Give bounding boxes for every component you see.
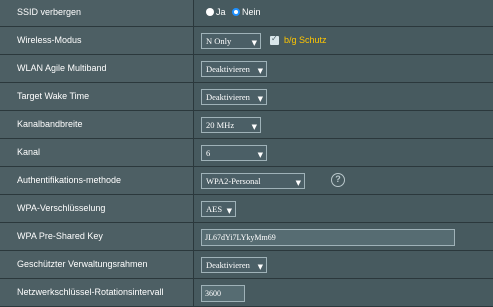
bg-protection-checkbox[interactable]: ✓: [270, 34, 279, 45]
agile-multiband-select-value: Deaktivieren: [206, 64, 250, 74]
target-wake-time-label: Target Wake Time: [0, 83, 194, 110]
wpa-encryption-select-value: AES: [206, 204, 223, 214]
target-wake-time-select[interactable]: Deaktivieren ▼: [201, 89, 267, 105]
chevron-down-icon: ▼: [257, 263, 263, 271]
row-wpa-psk: WPA Pre-Shared Key JL67dYi7LYkyMm69: [0, 223, 493, 251]
pmf-value: Deaktivieren ▼: [194, 251, 493, 278]
auth-method-select-value: WPA2-Personal: [206, 176, 261, 186]
wireless-settings-table: SSID verbergen Ja Nein Wireless-Modus N …: [0, 0, 493, 307]
pmf-select[interactable]: Deaktivieren ▼: [201, 257, 267, 273]
agile-multiband-select[interactable]: Deaktivieren ▼: [201, 61, 267, 77]
ssid-hide-yes-radio[interactable]: [206, 8, 214, 16]
row-key-rotation: Netzwerkschlüssel-Rotationsintervall 360…: [0, 279, 493, 307]
agile-multiband-label: WLAN Agile Multiband: [0, 55, 194, 82]
row-wireless-mode: Wireless-Modus N Only ▼ ✓ b/g Schutz: [0, 27, 493, 55]
channel-select-value: 6: [206, 148, 211, 158]
row-auth-method: Authentifikations-methode WPA2-Personal …: [0, 167, 493, 195]
row-wpa-encryption: WPA-Verschlüsselung AES ▼: [0, 195, 493, 223]
wpa-encryption-label: WPA-Verschlüsselung: [0, 195, 194, 222]
wpa-encryption-value: AES ▼: [194, 195, 493, 222]
row-pmf: Geschützter Verwaltungsrahmen Deaktivier…: [0, 251, 493, 279]
chevron-down-icon: ▼: [257, 151, 263, 159]
target-wake-time-select-value: Deaktivieren: [206, 92, 250, 102]
row-channel-bandwidth: Kanalbandbreite 20 MHz ▼: [0, 111, 493, 139]
row-channel: Kanal 6 ▼: [0, 139, 493, 167]
channel-bandwidth-label: Kanalbandbreite: [0, 111, 194, 138]
wireless-mode-select-value: N Only: [206, 36, 232, 46]
wireless-mode-value: N Only ▼ ✓ b/g Schutz: [194, 27, 493, 54]
channel-bandwidth-select[interactable]: 20 MHz ▼: [201, 117, 261, 133]
chevron-down-icon: ▼: [257, 67, 263, 75]
wpa-encryption-select[interactable]: AES ▼: [201, 201, 236, 217]
wireless-mode-label: Wireless-Modus: [0, 27, 194, 54]
chevron-down-icon: ▼: [295, 179, 301, 187]
agile-multiband-value: Deaktivieren ▼: [194, 55, 493, 82]
checkmark-icon: ✓: [271, 34, 278, 43]
chevron-down-icon: ▼: [257, 95, 263, 103]
wpa-psk-label: WPA Pre-Shared Key: [0, 223, 194, 250]
pmf-select-value: Deaktivieren: [206, 260, 250, 270]
auth-method-select[interactable]: WPA2-Personal ▼: [201, 173, 305, 189]
key-rotation-value: 3600: [194, 279, 493, 306]
ssid-hide-value: Ja Nein: [194, 0, 493, 26]
pmf-label: Geschützter Verwaltungsrahmen: [0, 251, 194, 278]
channel-bandwidth-value: 20 MHz ▼: [194, 111, 493, 138]
channel-label: Kanal: [0, 139, 194, 166]
ssid-hide-no-radio[interactable]: [232, 8, 240, 16]
wpa-psk-value: JL67dYi7LYkyMm69: [194, 223, 493, 250]
auth-method-label: Authentifikations-methode: [0, 167, 194, 194]
channel-bandwidth-select-value: 20 MHz: [206, 120, 235, 130]
wpa-psk-input[interactable]: JL67dYi7LYkyMm69: [201, 229, 455, 246]
row-agile-multiband: WLAN Agile Multiband Deaktivieren ▼: [0, 55, 493, 83]
question-circle-icon[interactable]: ?: [331, 173, 345, 187]
wireless-mode-select[interactable]: N Only ▼: [201, 33, 261, 49]
ssid-hide-yes-label: Ja: [216, 7, 226, 17]
ssid-hide-label: SSID verbergen: [0, 0, 194, 26]
key-rotation-input[interactable]: 3600: [201, 285, 245, 302]
target-wake-time-value: Deaktivieren ▼: [194, 83, 493, 110]
chevron-down-icon: ▼: [251, 39, 257, 47]
chevron-down-icon: ▼: [251, 123, 257, 131]
row-target-wake-time: Target Wake Time Deaktivieren ▼: [0, 83, 493, 111]
row-ssid-hide: SSID verbergen Ja Nein: [0, 0, 493, 27]
channel-value: 6 ▼: [194, 139, 493, 166]
bg-protection-label: b/g Schutz: [284, 35, 327, 45]
auth-method-value: WPA2-Personal ▼ ?: [194, 167, 493, 194]
chevron-down-icon: ▼: [226, 207, 232, 215]
channel-select[interactable]: 6 ▼: [201, 145, 267, 161]
key-rotation-label: Netzwerkschlüssel-Rotationsintervall: [0, 279, 194, 306]
ssid-hide-no-label: Nein: [242, 7, 261, 17]
